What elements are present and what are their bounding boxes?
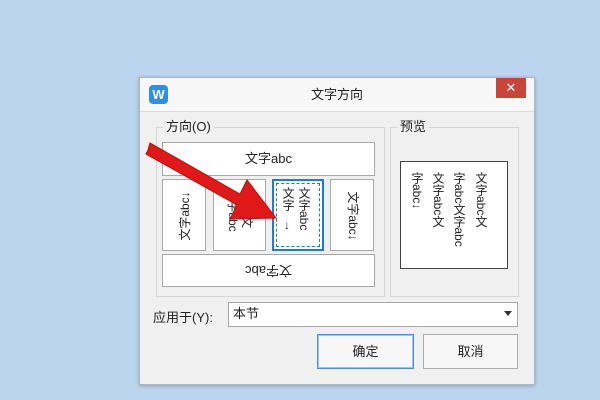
annotation-arrow-icon xyxy=(145,142,277,220)
